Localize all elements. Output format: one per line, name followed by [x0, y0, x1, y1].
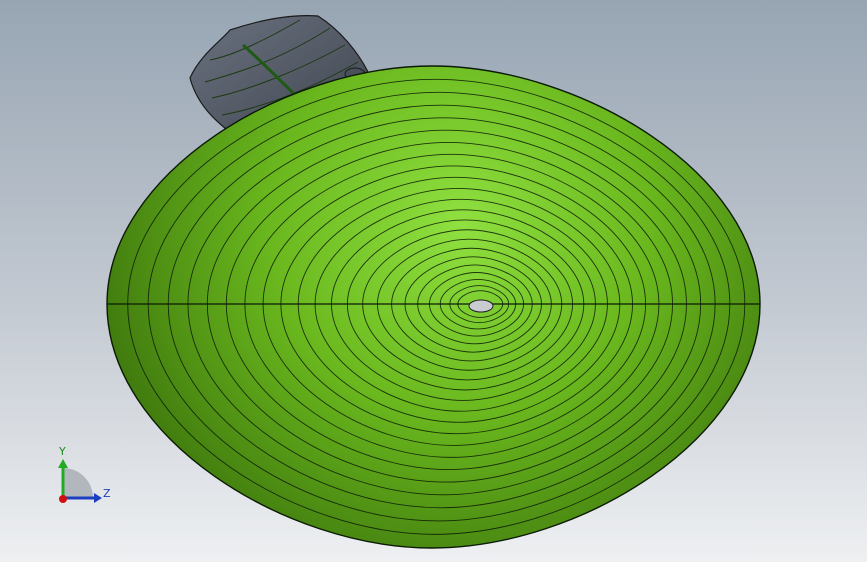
triad-y-arrowhead	[58, 459, 68, 468]
fruit-body[interactable]	[106, 65, 761, 549]
triad-origin-arc	[63, 468, 93, 498]
triad-z-arrowhead	[94, 493, 102, 503]
triad-y-label: Y	[58, 445, 66, 458]
fruit-surface	[107, 66, 760, 548]
3d-viewport[interactable]: Y Z	[0, 0, 867, 562]
orientation-triad[interactable]: Y Z	[58, 445, 111, 503]
fruit-navel	[468, 299, 494, 313]
model-scene[interactable]: Y Z	[0, 0, 867, 562]
triad-z-label: Z	[103, 487, 111, 500]
triad-x-axis-dot	[59, 495, 67, 503]
